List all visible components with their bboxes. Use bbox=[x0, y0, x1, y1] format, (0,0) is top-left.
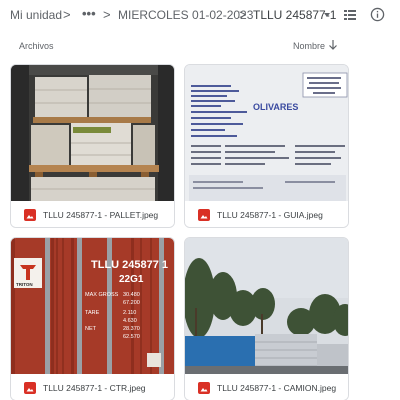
document-photo: OLIVARES bbox=[185, 65, 348, 201]
sort-by-name-button[interactable]: Nombre bbox=[293, 41, 325, 51]
arrow-down-icon[interactable] bbox=[328, 39, 338, 51]
breadcrumb-item-my-drive[interactable]: Mi unidad bbox=[10, 8, 62, 22]
file-name: TLLU 245877-1 - CAMION.jpeg bbox=[217, 383, 337, 393]
container-photo: TRITON TLLU 245877 1 22G1 MAX GROSS 30.4… bbox=[11, 238, 174, 374]
breadcrumb-item-folder[interactable]: MIERCOLES 01-02-2023 bbox=[118, 8, 253, 22]
max-gross-lb-value: 67.200 bbox=[123, 300, 140, 306]
image-file-icon bbox=[198, 382, 210, 394]
file-name: TLLU 245877-1 - CTR.jpeg bbox=[43, 383, 146, 393]
file-thumbnail-ctr[interactable]: TRITON TLLU 245877 1 22G1 MAX GROSS 30.4… bbox=[11, 238, 174, 374]
file-thumbnail-camion[interactable] bbox=[185, 238, 348, 374]
file-card[interactable]: OLIVARES TLLU 245877-1 - GUIA.jpeg bbox=[184, 64, 349, 228]
image-file-icon bbox=[24, 209, 36, 221]
svg-text:MAX GROSS: MAX GROSS bbox=[85, 292, 119, 298]
net-lb-value: 62.570 bbox=[123, 334, 140, 340]
section-label-files: Archivos bbox=[19, 41, 54, 51]
file-card-footer: TLLU 245877-1 - CAMION.jpeg bbox=[185, 374, 348, 400]
tare-lb-value: 4.630 bbox=[123, 318, 137, 324]
max-gross-value: 30.480 bbox=[123, 292, 140, 298]
tare-value: 2.110 bbox=[123, 310, 136, 316]
file-card-footer: TLLU 245877-1 - GUIA.jpeg bbox=[185, 201, 348, 227]
container-code-text: TLLU 245877 1 bbox=[91, 259, 168, 271]
file-thumbnail-guia[interactable]: OLIVARES bbox=[185, 65, 348, 201]
svg-text:TARE: TARE bbox=[85, 310, 100, 316]
breadcrumb-more-button[interactable]: ••• bbox=[82, 6, 96, 21]
file-name: TLLU 245877-1 - PALLET.jpeg bbox=[43, 210, 159, 220]
breadcrumb-separator: > bbox=[63, 7, 71, 22]
iso-code-text: 22G1 bbox=[119, 274, 144, 285]
image-file-icon bbox=[24, 382, 36, 394]
breadcrumb-separator: > bbox=[239, 7, 247, 22]
file-name: TLLU 245877-1 - GUIA.jpeg bbox=[217, 210, 323, 220]
svg-text:NET: NET bbox=[85, 326, 97, 332]
file-card-footer: TLLU 245877-1 - PALLET.jpeg bbox=[11, 201, 174, 227]
guia-company-logo: OLIVARES bbox=[253, 102, 298, 112]
truck-photo bbox=[185, 238, 348, 374]
file-card[interactable]: TLLU 245877-1 - PALLET.jpeg bbox=[10, 64, 175, 228]
pallet-photo bbox=[11, 65, 174, 201]
list-view-icon[interactable] bbox=[343, 8, 357, 22]
caret-down-icon[interactable] bbox=[322, 10, 332, 20]
file-card[interactable]: TLLU 245877-1 - CAMION.jpeg bbox=[184, 237, 349, 400]
info-icon[interactable] bbox=[370, 7, 385, 22]
file-card[interactable]: TRITON TLLU 245877 1 22G1 MAX GROSS 30.4… bbox=[10, 237, 175, 400]
image-file-icon bbox=[198, 209, 210, 221]
brand-logo-text: TRITON bbox=[16, 282, 33, 287]
file-card-footer: TLLU 245877-1 - CTR.jpeg bbox=[11, 374, 174, 400]
breadcrumb-separator: > bbox=[103, 7, 111, 22]
file-thumbnail-pallet[interactable] bbox=[11, 65, 174, 201]
breadcrumb-bar: Mi unidad > ••• > MIERCOLES 01-02-2023 >… bbox=[0, 0, 400, 30]
net-value: 28.370 bbox=[123, 326, 140, 332]
